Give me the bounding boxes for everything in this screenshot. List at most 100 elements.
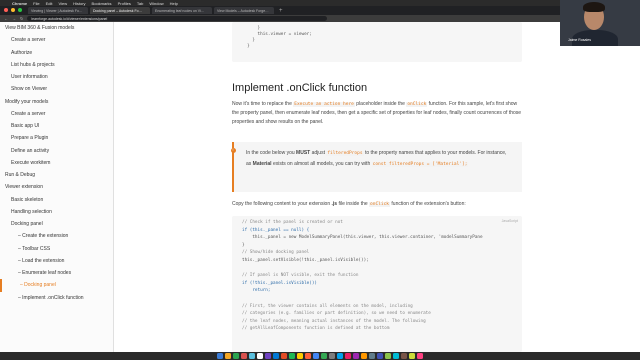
menu-window[interactable]: Window bbox=[149, 1, 163, 6]
dock-app-icon[interactable] bbox=[401, 353, 407, 359]
webcam-hair bbox=[583, 2, 605, 12]
sidebar-item[interactable]: – Load the extension bbox=[0, 255, 113, 267]
menu-file[interactable]: File bbox=[33, 1, 39, 6]
back-icon[interactable]: ← bbox=[4, 16, 8, 21]
sidebar-item[interactable]: – Create the extension bbox=[0, 230, 113, 242]
code-line: // categories (e.g. families or part def… bbox=[242, 311, 431, 317]
sidebar-item[interactable]: Execute workitem bbox=[0, 157, 113, 169]
dock-app-icon[interactable] bbox=[241, 353, 247, 359]
sidebar-item[interactable]: Show on Viewer bbox=[0, 83, 113, 95]
menu-tab[interactable]: Tab bbox=[137, 1, 143, 6]
inline-code: onClick bbox=[369, 202, 391, 207]
browser-tab[interactable]: Viewing | Viewer | Autodesk Fo… bbox=[28, 7, 88, 14]
sidebar-item[interactable]: Create a server bbox=[0, 34, 113, 46]
code-line: // Show/hide docking panel bbox=[242, 250, 310, 256]
presenter-name: Jaime Rosales bbox=[568, 38, 591, 42]
browser-tab[interactable]: View Models – Autodesk Forge… bbox=[214, 7, 274, 14]
sidebar-item[interactable]: Docking panel bbox=[0, 218, 113, 230]
sidebar-item[interactable]: Basic skeleton bbox=[0, 194, 113, 206]
sidebar-item[interactable]: – Toolbar CSS bbox=[0, 243, 113, 255]
dock-app-icon[interactable] bbox=[273, 353, 279, 359]
inline-code: filteredProps bbox=[326, 151, 364, 156]
dock-app-icon[interactable] bbox=[345, 353, 351, 359]
code-block-previous: } this.viewer = viewer; } } bbox=[232, 22, 522, 62]
sidebar-item[interactable]: – Enumerate leaf nodes bbox=[0, 267, 113, 279]
sidebar-item[interactable]: User information bbox=[0, 71, 113, 83]
sidebar-item[interactable]: List hubs & projects bbox=[0, 59, 113, 71]
sidebar-item[interactable]: – Docking panel bbox=[0, 279, 113, 292]
menu-view[interactable]: View bbox=[58, 1, 67, 6]
dock-app-icon[interactable] bbox=[289, 353, 295, 359]
dock-app-icon[interactable] bbox=[305, 353, 311, 359]
bold-text: .js bbox=[331, 201, 338, 207]
dock-app-icon[interactable] bbox=[321, 353, 327, 359]
browser-tab-active[interactable]: Docking panel – Autodesk Fo… bbox=[90, 7, 150, 14]
sidebar-item[interactable]: View BIM 360 & Fusion models bbox=[0, 22, 113, 34]
dock-app-icon[interactable] bbox=[417, 353, 423, 359]
sidebar-item[interactable]: Run & Debug bbox=[0, 169, 113, 181]
text: exists on almost all models, you can try… bbox=[272, 161, 371, 167]
menu-help[interactable]: Help bbox=[170, 1, 178, 6]
menu-edit[interactable]: Edit bbox=[46, 1, 53, 6]
code-line: this._panel.setVisible(!this._panel.isVi… bbox=[242, 257, 369, 263]
minimize-window-icon[interactable] bbox=[11, 8, 15, 12]
code-line: if (!this._panel.isVisible()) bbox=[242, 280, 318, 286]
dock-app-icon[interactable] bbox=[337, 353, 343, 359]
menu-profiles[interactable]: Profiles bbox=[118, 1, 131, 6]
menu-app[interactable]: Chrome bbox=[12, 1, 27, 6]
dock-app-icon[interactable] bbox=[393, 353, 399, 359]
new-tab-icon[interactable]: + bbox=[276, 8, 283, 14]
dock-app-icon[interactable] bbox=[409, 353, 415, 359]
sidebar-item[interactable]: Prepare a Plugin bbox=[0, 132, 113, 144]
code-line: // the leaf nodes, meaning actual instan… bbox=[242, 318, 426, 324]
code-line: } bbox=[242, 242, 245, 248]
browser-toolbar: ← → ↻ learnforge.autodesk.io/#/viewer/ex… bbox=[0, 15, 640, 22]
close-window-icon[interactable] bbox=[4, 8, 8, 12]
dock-app-icon[interactable] bbox=[257, 353, 263, 359]
bold-text: MUST bbox=[296, 150, 311, 156]
browser-tabbar: Viewing | Viewer | Autodesk Fo… Docking … bbox=[0, 6, 640, 15]
text: Now it's time to replace the bbox=[232, 101, 292, 107]
sidebar-item[interactable]: Handling selection bbox=[0, 206, 113, 218]
address-bar[interactable]: learnforge.autodesk.io/#/viewer/extensio… bbox=[27, 16, 328, 21]
browser-tab[interactable]: Enumerating leaf nodes on Vi… bbox=[152, 7, 212, 14]
code-line: // If panel is NOT visible, exit the fun… bbox=[242, 273, 359, 279]
dock-app-icon[interactable] bbox=[313, 353, 319, 359]
sidebar-item[interactable]: Define an activity bbox=[0, 145, 113, 157]
sidebar-item[interactable]: Viewer extension bbox=[0, 181, 113, 193]
dock-app-icon[interactable] bbox=[233, 353, 239, 359]
dock-app-icon[interactable] bbox=[249, 353, 255, 359]
code-language-label: JavaScript bbox=[501, 219, 518, 223]
dock-app-icon[interactable] bbox=[225, 353, 231, 359]
dock-app-icon[interactable] bbox=[361, 353, 367, 359]
sidebar-item[interactable]: Basic app UI bbox=[0, 120, 113, 132]
dock-app-icon[interactable] bbox=[281, 353, 287, 359]
dock-app-icon[interactable] bbox=[297, 353, 303, 359]
dock-app-icon[interactable] bbox=[369, 353, 375, 359]
text: In the code below you bbox=[246, 150, 295, 156]
forward-icon[interactable]: → bbox=[12, 16, 16, 21]
menu-history[interactable]: History bbox=[73, 1, 85, 6]
sidebar-item[interactable]: Modify your models bbox=[0, 96, 113, 108]
web-page: View BIM 360 & Fusion models Create a ser… bbox=[0, 22, 640, 352]
code-line: // Check if the panel is created or not bbox=[242, 220, 343, 225]
reload-icon[interactable]: ↻ bbox=[20, 16, 23, 21]
dock-app-icon[interactable] bbox=[385, 353, 391, 359]
inline-code: const filteredProps = ['Material']; bbox=[371, 162, 469, 167]
dock-app-icon[interactable] bbox=[353, 353, 359, 359]
dock-app-icon[interactable] bbox=[265, 353, 271, 359]
sidebar-item[interactable]: Authorize bbox=[0, 47, 113, 59]
maximize-window-icon[interactable] bbox=[18, 8, 22, 12]
menu-bookmarks[interactable]: Bookmarks bbox=[92, 1, 112, 6]
code-line: return; bbox=[242, 288, 271, 294]
sidebar-item[interactable]: – Implement .onClick function bbox=[0, 292, 113, 304]
dock-app-icon[interactable] bbox=[329, 353, 335, 359]
dock-app-icon[interactable] bbox=[377, 353, 383, 359]
webcam-overlay: Jaime Rosales bbox=[560, 0, 640, 46]
code-line: // getAllLeafComponents function is defi… bbox=[242, 326, 390, 332]
code-block-main: JavaScript // Check if the panel is crea… bbox=[232, 216, 522, 352]
dock-app-icon[interactable] bbox=[217, 353, 223, 359]
sidebar-item[interactable]: Create a server bbox=[0, 108, 113, 120]
